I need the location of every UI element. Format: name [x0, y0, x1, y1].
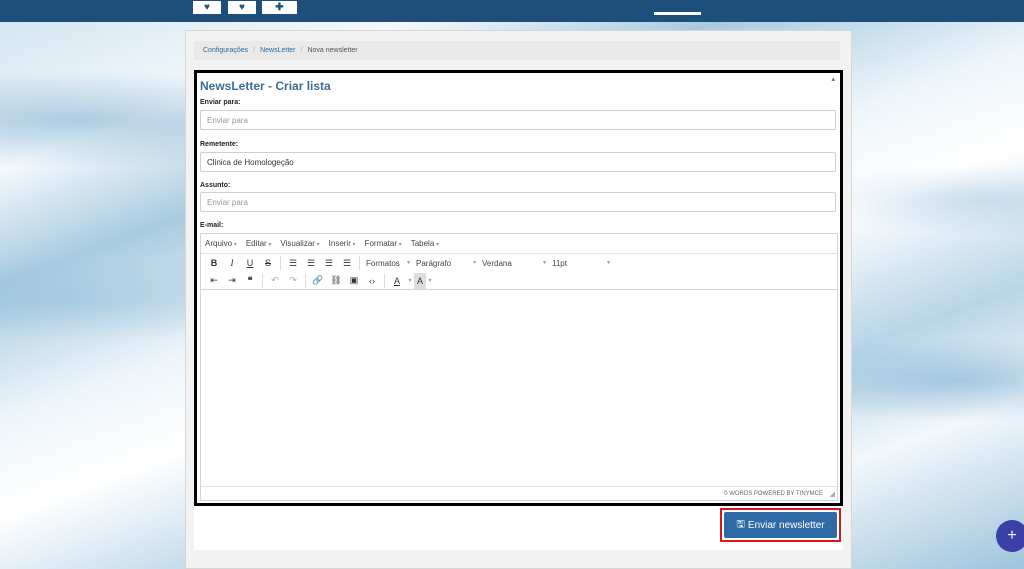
hand-heart-icon[interactable]: ♥	[227, 0, 257, 15]
redo-icon[interactable]: ↷	[284, 273, 302, 289]
blockquote-icon[interactable]: ❝	[241, 273, 259, 289]
menu-inserir[interactable]: Inserir	[329, 239, 356, 248]
rich-text-editor: Arquivo Editar Visualizar Inserir Format…	[200, 233, 838, 501]
breadcrumb-separator: /	[253, 47, 256, 54]
menu-tabela[interactable]: Tabela	[411, 239, 439, 248]
background-color-icon[interactable]: A	[414, 272, 426, 289]
chevron-down-icon: ▾	[606, 259, 610, 266]
align-right-icon[interactable]: ☰	[320, 255, 338, 271]
breadcrumb-item-configuracoes[interactable]: Configurações	[203, 47, 248, 54]
editor-toolbar-row-1: B I U S ☰ ☰ ☰ ☰ Formatos ▾ Parágrafo ▾ Ver…	[201, 254, 837, 272]
chevron-down-icon[interactable]: ▾	[406, 273, 414, 289]
italic-icon[interactable]: I	[223, 255, 241, 271]
underline-icon[interactable]: U	[241, 255, 259, 271]
subject-input[interactable]	[200, 192, 836, 212]
form-title: NewsLetter - Criar lista	[200, 79, 331, 93]
menu-formatar[interactable]: Formatar	[365, 239, 402, 248]
chevron-down-icon: ▾	[542, 259, 546, 266]
undo-icon[interactable]: ↶	[266, 273, 284, 289]
editor-toolbar-row-2: ⇤ ⇥ ❝ ↶ ↷ 🔗 ⛓ ▣ ‹› A ▾ A ▾	[201, 272, 837, 290]
bold-icon[interactable]: B	[205, 255, 223, 271]
breadcrumb-current: Nova newsletter	[307, 47, 358, 54]
menu-visualizar[interactable]: Visualizar	[280, 239, 319, 248]
editor-menubar: Arquivo Editar Visualizar Inserir Format…	[201, 234, 837, 254]
strikethrough-icon[interactable]: S	[259, 255, 277, 271]
resize-handle-icon[interactable]: ◢	[830, 490, 835, 498]
align-left-icon[interactable]: ☰	[284, 255, 302, 271]
indent-icon[interactable]: ⇥	[223, 273, 241, 289]
email-label: E-mail:	[200, 222, 224, 229]
send-button-highlight: 🖫 Enviar newsletter	[720, 508, 841, 542]
newsletter-form: ▴ NewsLetter - Criar lista Enviar para: …	[194, 70, 843, 506]
logo-icon[interactable]: ✚	[261, 0, 298, 15]
collapse-icon[interactable]: ▴	[831, 75, 835, 83]
send-newsletter-button[interactable]: 🖫 Enviar newsletter	[724, 512, 837, 538]
link-icon[interactable]: 🔗	[309, 273, 327, 289]
font-size-dropdown[interactable]: 11pt ▾	[549, 259, 613, 268]
sender-label: Remetente:	[200, 141, 239, 148]
editor-content-area[interactable]	[201, 290, 837, 482]
sender-input[interactable]	[200, 152, 836, 172]
font-family-dropdown[interactable]: Verdana ▾	[479, 259, 549, 268]
chevron-down-icon[interactable]: ▾	[426, 273, 434, 289]
image-icon[interactable]: ▣	[345, 273, 363, 289]
menu-editar[interactable]: Editar	[246, 239, 272, 248]
save-icon: 🖫	[736, 518, 745, 530]
align-center-icon[interactable]: ☰	[302, 255, 320, 271]
breadcrumb-separator: /	[300, 47, 303, 54]
send-to-input[interactable]	[200, 110, 836, 130]
formats-dropdown[interactable]: Formatos ▾	[363, 259, 413, 268]
shield-heart-icon[interactable]: ♥	[192, 0, 222, 15]
chevron-down-icon: ▾	[406, 259, 410, 266]
outdent-icon[interactable]: ⇤	[205, 273, 223, 289]
breadcrumb-item-newsletter[interactable]: NewsLetter	[260, 47, 295, 54]
subject-label: Assunto:	[200, 182, 231, 189]
editor-statusbar: 0 WORDS POWERED BY TINYMCE	[201, 486, 837, 500]
align-justify-icon[interactable]: ☰	[338, 255, 356, 271]
send-newsletter-label: Enviar newsletter	[747, 519, 825, 531]
top-navbar: ♥ ♥ ✚	[0, 0, 1024, 22]
breadcrumb: Configurações / NewsLetter / Nova newsle…	[194, 41, 840, 60]
add-floating-button[interactable]: +	[996, 520, 1024, 552]
unlink-icon[interactable]: ⛓	[327, 273, 345, 289]
active-nav-indicator	[654, 12, 701, 15]
code-icon[interactable]: ‹›	[363, 273, 381, 289]
send-to-label: Enviar para:	[200, 99, 241, 106]
block-format-dropdown[interactable]: Parágrafo ▾	[413, 259, 479, 268]
menu-arquivo[interactable]: Arquivo	[205, 239, 237, 248]
text-color-icon[interactable]: A	[388, 273, 406, 289]
chevron-down-icon: ▾	[472, 259, 476, 266]
